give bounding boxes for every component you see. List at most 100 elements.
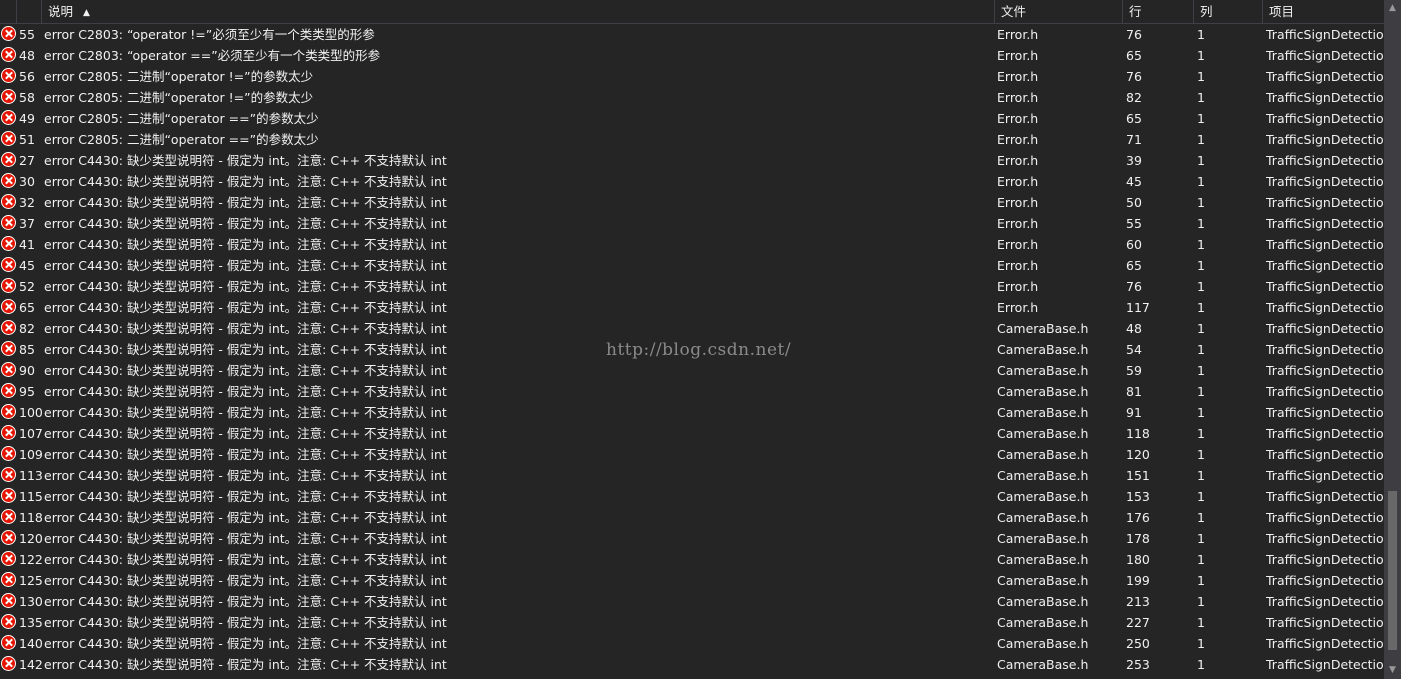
- error-file: Error.h: [997, 111, 1039, 126]
- table-row[interactable]: 48 error C2803: “operator ==”必须至少有一个类类型的形…: [0, 45, 1384, 66]
- error-file: CameraBase.h: [997, 636, 1089, 651]
- error-project: TrafficSignDetection: [1266, 573, 1384, 588]
- table-row[interactable]: 27 error C4430: 缺少类型说明符 - 假定为 int。注意: C++…: [0, 150, 1384, 171]
- table-row[interactable]: 130 error C4430: 缺少类型说明符 - 假定为 int。注意: C+…: [0, 591, 1384, 612]
- error-number: 56: [19, 69, 35, 84]
- header-description-label: 说明: [48, 4, 74, 19]
- header-icon-column[interactable]: [0, 0, 16, 23]
- table-row[interactable]: 41 error C4430: 缺少类型说明符 - 假定为 int。注意: C++…: [0, 234, 1384, 255]
- error-icon: [1, 26, 16, 41]
- error-icon: [1, 320, 16, 335]
- error-column: 1: [1197, 90, 1205, 105]
- error-description: error C4430: 缺少类型说明符 - 假定为 int。注意: C++ 不…: [44, 552, 447, 567]
- table-row[interactable]: 52 error C4430: 缺少类型说明符 - 假定为 int。注意: C++…: [0, 276, 1384, 297]
- error-project: TrafficSignDetection: [1266, 111, 1384, 126]
- error-project: TrafficSignDetection: [1266, 489, 1384, 504]
- error-column: 1: [1197, 132, 1205, 147]
- header-column[interactable]: 列: [1193, 0, 1262, 23]
- table-row[interactable]: 82 error C4430: 缺少类型说明符 - 假定为 int。注意: C++…: [0, 318, 1384, 339]
- error-project: TrafficSignDetection: [1266, 237, 1384, 252]
- header-file[interactable]: 文件: [994, 0, 1122, 23]
- table-row[interactable]: 45 error C4430: 缺少类型说明符 - 假定为 int。注意: C++…: [0, 255, 1384, 276]
- error-project: TrafficSignDetection: [1266, 69, 1384, 84]
- error-column: 1: [1197, 531, 1205, 546]
- error-file: Error.h: [997, 258, 1039, 273]
- error-line: 118: [1126, 426, 1150, 441]
- table-row[interactable]: 55 error C2803: “operator !=”必须至少有一个类类型的形…: [0, 24, 1384, 45]
- error-file: CameraBase.h: [997, 468, 1089, 483]
- error-description: error C4430: 缺少类型说明符 - 假定为 int。注意: C++ 不…: [44, 405, 447, 420]
- scroll-down-icon[interactable]: ▼: [1384, 662, 1401, 679]
- error-column: 1: [1197, 27, 1205, 42]
- error-column: 1: [1197, 258, 1205, 273]
- error-number: 30: [19, 174, 35, 189]
- scrollbar-thumb[interactable]: [1388, 491, 1397, 650]
- error-line: 199: [1126, 573, 1150, 588]
- error-line: 117: [1126, 300, 1150, 315]
- error-description: error C4430: 缺少类型说明符 - 假定为 int。注意: C++ 不…: [44, 363, 447, 378]
- error-project: TrafficSignDetection: [1266, 279, 1384, 294]
- error-file: Error.h: [997, 237, 1039, 252]
- error-project: TrafficSignDetection: [1266, 174, 1384, 189]
- error-description: error C2803: “operator !=”必须至少有一个类类型的形参: [44, 27, 375, 42]
- error-line: 65: [1126, 48, 1142, 63]
- table-row[interactable]: 51 error C2805: 二进制“operator ==”的参数太少 Erro…: [0, 129, 1384, 150]
- error-file: CameraBase.h: [997, 594, 1089, 609]
- table-row[interactable]: 120 error C4430: 缺少类型说明符 - 假定为 int。注意: C+…: [0, 528, 1384, 549]
- table-row[interactable]: 140 error C4430: 缺少类型说明符 - 假定为 int。注意: C+…: [0, 633, 1384, 654]
- header-project[interactable]: 项目: [1262, 0, 1384, 23]
- table-row[interactable]: 115 error C4430: 缺少类型说明符 - 假定为 int。注意: C+…: [0, 486, 1384, 507]
- error-file: CameraBase.h: [997, 657, 1089, 672]
- table-row[interactable]: 30 error C4430: 缺少类型说明符 - 假定为 int。注意: C++…: [0, 171, 1384, 192]
- table-row[interactable]: 135 error C4430: 缺少类型说明符 - 假定为 int。注意: C+…: [0, 612, 1384, 633]
- table-row[interactable]: 118 error C4430: 缺少类型说明符 - 假定为 int。注意: C+…: [0, 507, 1384, 528]
- table-row[interactable]: 125 error C4430: 缺少类型说明符 - 假定为 int。注意: C+…: [0, 570, 1384, 591]
- error-project: TrafficSignDetection: [1266, 258, 1384, 273]
- error-line: 39: [1126, 153, 1142, 168]
- error-line: 82: [1126, 90, 1142, 105]
- table-row[interactable]: 107 error C4430: 缺少类型说明符 - 假定为 int。注意: C+…: [0, 423, 1384, 444]
- table-row[interactable]: 65 error C4430: 缺少类型说明符 - 假定为 int。注意: C++…: [0, 297, 1384, 318]
- table-row[interactable]: 56 error C2805: 二进制“operator !=”的参数太少 Erro…: [0, 66, 1384, 87]
- header-number-column[interactable]: [16, 0, 41, 23]
- error-line: 76: [1126, 69, 1142, 84]
- table-row[interactable]: 142 error C4430: 缺少类型说明符 - 假定为 int。注意: C+…: [0, 654, 1384, 675]
- error-description: error C4430: 缺少类型说明符 - 假定为 int。注意: C++ 不…: [44, 573, 447, 588]
- error-file: Error.h: [997, 69, 1039, 84]
- table-row[interactable]: 109 error C4430: 缺少类型说明符 - 假定为 int。注意: C+…: [0, 444, 1384, 465]
- vertical-scrollbar[interactable]: ▲ ▼: [1384, 0, 1401, 679]
- error-number: 37: [19, 216, 35, 231]
- table-row[interactable]: 49 error C2805: 二进制“operator ==”的参数太少 Erro…: [0, 108, 1384, 129]
- table-row[interactable]: 32 error C4430: 缺少类型说明符 - 假定为 int。注意: C++…: [0, 192, 1384, 213]
- table-row[interactable]: 58 error C2805: 二进制“operator !=”的参数太少 Erro…: [0, 87, 1384, 108]
- table-row[interactable]: 95 error C4430: 缺少类型说明符 - 假定为 int。注意: C++…: [0, 381, 1384, 402]
- table-row[interactable]: 90 error C4430: 缺少类型说明符 - 假定为 int。注意: C++…: [0, 360, 1384, 381]
- header-line[interactable]: 行: [1122, 0, 1193, 23]
- error-file: CameraBase.h: [997, 321, 1089, 336]
- error-number: 41: [19, 237, 35, 252]
- error-line: 180: [1126, 552, 1150, 567]
- error-column: 1: [1197, 69, 1205, 84]
- table-row[interactable]: 100 error C4430: 缺少类型说明符 - 假定为 int。注意: C+…: [0, 402, 1384, 423]
- error-project: TrafficSignDetection: [1266, 321, 1384, 336]
- error-file: Error.h: [997, 48, 1039, 63]
- error-column: 1: [1197, 111, 1205, 126]
- error-line: 54: [1126, 342, 1142, 357]
- error-number: 122: [19, 552, 43, 567]
- error-column: 1: [1197, 594, 1205, 609]
- scroll-up-icon[interactable]: ▲: [1384, 0, 1401, 17]
- error-line: 153: [1126, 489, 1150, 504]
- error-icon: [1, 404, 16, 419]
- table-row[interactable]: 113 error C4430: 缺少类型说明符 - 假定为 int。注意: C+…: [0, 465, 1384, 486]
- error-column: 1: [1197, 489, 1205, 504]
- error-file: CameraBase.h: [997, 363, 1089, 378]
- error-column: 1: [1197, 342, 1205, 357]
- error-column: 1: [1197, 657, 1205, 672]
- table-row[interactable]: 37 error C4430: 缺少类型说明符 - 假定为 int。注意: C++…: [0, 213, 1384, 234]
- table-row[interactable]: 122 error C4430: 缺少类型说明符 - 假定为 int。注意: C+…: [0, 549, 1384, 570]
- error-number: 120: [19, 531, 43, 546]
- error-description: error C4430: 缺少类型说明符 - 假定为 int。注意: C++ 不…: [44, 216, 447, 231]
- error-description: error C4430: 缺少类型说明符 - 假定为 int。注意: C++ 不…: [44, 657, 447, 672]
- header-description[interactable]: 说明 ▲: [41, 0, 994, 23]
- error-column: 1: [1197, 426, 1205, 441]
